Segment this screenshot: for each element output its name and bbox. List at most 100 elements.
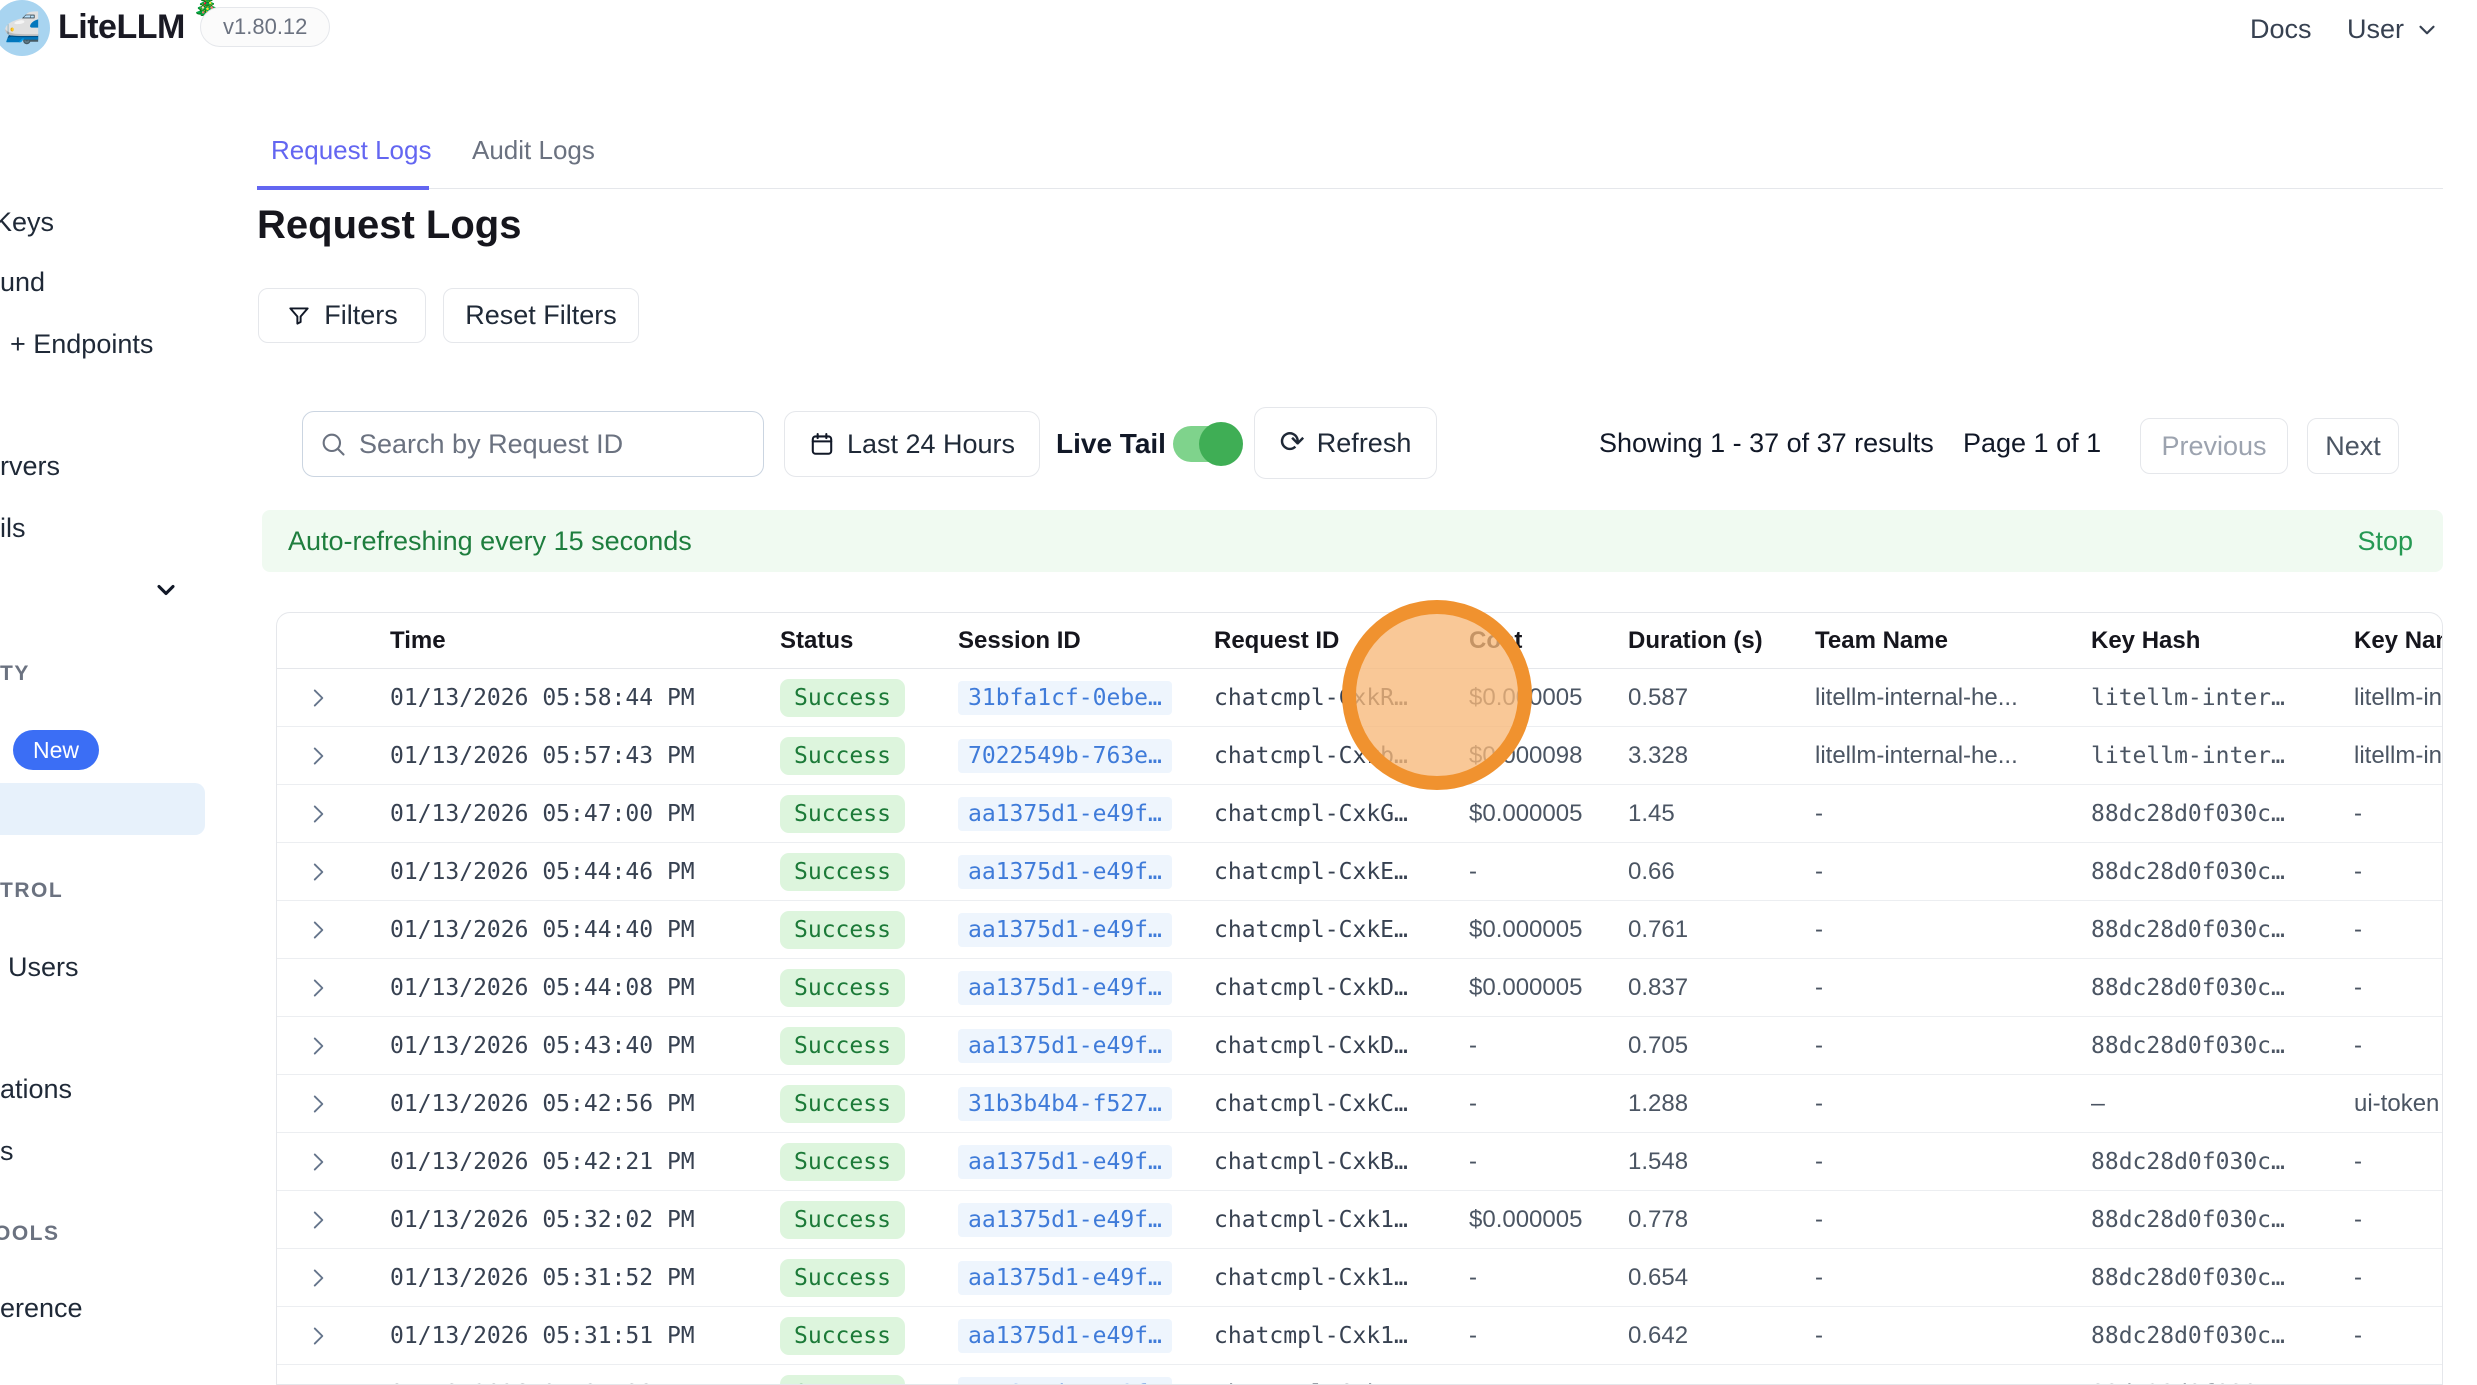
status-badge-cell: Success bbox=[771, 1317, 949, 1355]
expand-row-chevron-icon[interactable] bbox=[277, 1381, 381, 1385]
session-id-link[interactable]: aa1375d1-e49f… bbox=[958, 1261, 1172, 1295]
session-id-link-cell: 31bfa1cf-0ebe… bbox=[949, 681, 1205, 715]
cell-team-name-cell: litellm-internal-he... bbox=[1806, 742, 2082, 770]
log-row[interactable]: 01/13/2026 05:58:44 PMSuccess31bfa1cf-0e… bbox=[277, 669, 2443, 727]
column-header-key-name: Key Name bbox=[2345, 627, 2443, 655]
session-id-link[interactable]: aa1375d1-e49f… bbox=[958, 1029, 1172, 1063]
expand-row-chevron-icon[interactable] bbox=[277, 917, 381, 943]
sidebar-item-users[interactable]: Users bbox=[8, 952, 79, 983]
session-id-link[interactable]: aa1375d1-e49f… bbox=[958, 1203, 1172, 1237]
log-row[interactable]: 01/13/2026 05:44:40 PMSuccessaa1375d1-e4… bbox=[277, 901, 2443, 959]
session-id-link[interactable]: aa1375d1-e49f… bbox=[958, 913, 1172, 947]
expand-row-chevron-icon[interactable] bbox=[277, 743, 381, 769]
time-range-button[interactable]: Last 24 Hours bbox=[784, 411, 1040, 477]
log-row[interactable]: 01/13/2026 05:32:02 PMSuccessaa1375d1-e4… bbox=[277, 1191, 2443, 1249]
refresh-button[interactable]: ⟳ Refresh bbox=[1254, 407, 1437, 479]
tab-audit-logs[interactable]: Audit Logs bbox=[472, 135, 595, 166]
sidebar-item-teams[interactable]: s bbox=[0, 1136, 14, 1167]
column-header-request-id: Request ID bbox=[1205, 627, 1460, 655]
stop-auto-refresh-link[interactable]: Stop bbox=[2357, 526, 2413, 557]
sidebar-item-organizations[interactable]: ations bbox=[0, 1074, 72, 1105]
sidebar-item-guardrails[interactable]: ils bbox=[0, 513, 26, 544]
expand-row-chevron-icon[interactable] bbox=[277, 1033, 381, 1059]
status-badge: Success bbox=[780, 1259, 905, 1297]
previous-page-button[interactable]: Previous bbox=[2140, 418, 2288, 474]
expand-row-chevron-icon[interactable] bbox=[277, 801, 381, 827]
status-badge-cell: Success bbox=[771, 969, 949, 1007]
sidebar-item-models-endpoints[interactable]: + Endpoints bbox=[10, 329, 153, 360]
status-badge: Success bbox=[780, 1317, 905, 1355]
column-header-team-name: Team Name bbox=[1806, 627, 2082, 655]
reset-filters-button[interactable]: Reset Filters bbox=[443, 288, 639, 343]
cell-team-name-cell: - bbox=[1806, 858, 2082, 886]
sidebar-chevron-down-icon[interactable] bbox=[152, 576, 180, 604]
session-id-link[interactable]: 31b3b4b4-f527… bbox=[958, 1087, 1172, 1121]
expand-row-chevron-icon[interactable] bbox=[277, 1265, 381, 1291]
cell-request-id-cell: chatcmpl-CxkR… bbox=[1205, 685, 1460, 711]
new-badge: New bbox=[13, 730, 99, 770]
request-logs-table: TimeStatusSession IDRequest IDCostDurati… bbox=[276, 612, 2443, 1385]
sidebar-item-reference[interactable]: erence bbox=[0, 1293, 83, 1324]
log-row[interactable]: 01/13/2026 05:44:46 PMSuccessaa1375d1-e4… bbox=[277, 843, 2443, 901]
session-id-link[interactable]: 7022549b-763e… bbox=[958, 739, 1172, 773]
session-id-link[interactable]: aa1375d1-e49f… bbox=[958, 855, 1172, 889]
expand-row-chevron-icon[interactable] bbox=[277, 685, 381, 711]
status-badge: Success bbox=[780, 1143, 905, 1181]
sidebar-item-keys[interactable]: Keys bbox=[0, 207, 54, 238]
cell-time-cell: 01/13/2026 05:32:02 PM bbox=[381, 1207, 771, 1233]
cell-team-name-cell: - bbox=[1806, 1090, 2082, 1118]
search-input[interactable] bbox=[359, 429, 747, 460]
expand-row-chevron-icon[interactable] bbox=[277, 975, 381, 1001]
cell-duration-cell: 0.647 bbox=[1619, 1380, 1806, 1385]
expand-row-chevron-icon[interactable] bbox=[277, 1091, 381, 1117]
column-header-time: Time bbox=[381, 627, 771, 655]
docs-link[interactable]: Docs bbox=[2250, 14, 2312, 45]
cell-duration-cell: 0.778 bbox=[1619, 1206, 1806, 1234]
log-row[interactable]: 01/13/2026 05:31:51 PM Success aa1375d1-e4… bbox=[277, 1307, 2443, 1365]
session-id-link[interactable]: aa1375d1-e49f… bbox=[958, 1377, 1172, 1385]
litellm-logo-icon: 🚅 bbox=[0, 0, 50, 56]
session-id-link[interactable]: aa1375d1-e49f… bbox=[958, 1319, 1172, 1353]
log-row[interactable]: 01/13/2026 05:31:38 PMSuccessaa1375d1-e4… bbox=[277, 1365, 2443, 1385]
expand-row-chevron-icon[interactable] bbox=[277, 1323, 381, 1349]
table-body: 01/13/2026 05:58:44 PMSuccess31bfa1cf-0e… bbox=[277, 669, 2442, 1385]
cell-cost-cell: - bbox=[1460, 1380, 1619, 1385]
sidebar-item-servers[interactable]: rvers bbox=[0, 451, 60, 482]
user-menu[interactable]: User bbox=[2347, 14, 2440, 45]
cell-key-hash-cell: litellm-inter… bbox=[2082, 685, 2345, 711]
session-id-link-cell: aa1375d1-e49f… bbox=[949, 913, 1205, 947]
log-row[interactable]: 01/13/2026 05:44:08 PMSuccessaa1375d1-e4… bbox=[277, 959, 2443, 1017]
cell-request-id-cell: chatcmpl-CxkG… bbox=[1205, 801, 1460, 827]
log-row[interactable]: 01/13/2026 05:42:21 PMSuccessaa1375d1-e4… bbox=[277, 1133, 2443, 1191]
session-id-link[interactable]: 31bfa1cf-0ebe… bbox=[958, 681, 1172, 715]
results-count: Showing 1 - 37 of 37 results bbox=[1599, 428, 1934, 459]
session-id-link[interactable]: aa1375d1-e49f… bbox=[958, 971, 1172, 1005]
cell-team-name-cell: - bbox=[1806, 1380, 2082, 1385]
sidebar-item-logs-selected[interactable] bbox=[0, 783, 205, 835]
status-badge-cell: Success bbox=[771, 911, 949, 949]
status-badge-cell: Success bbox=[771, 1085, 949, 1123]
session-id-link-cell: aa1375d1-e49f… bbox=[949, 1261, 1205, 1295]
cell-team-name-cell: - bbox=[1806, 1206, 2082, 1234]
session-id-link[interactable]: aa1375d1-e49f… bbox=[958, 1145, 1172, 1179]
sidebar-item-playground[interactable]: und bbox=[0, 267, 45, 298]
log-row[interactable]: 01/13/2026 05:31:52 PMSuccessaa1375d1-e4… bbox=[277, 1249, 2443, 1307]
filters-button[interactable]: Filters bbox=[258, 288, 426, 343]
expand-row-chevron-icon[interactable] bbox=[277, 1207, 381, 1233]
cell-time-cell: 01/13/2026 05:31:51 PM bbox=[381, 1323, 771, 1349]
log-row[interactable]: 01/13/2026 05:42:56 PMSuccess31b3b4b4-f5… bbox=[277, 1075, 2443, 1133]
search-request-id-box[interactable] bbox=[302, 411, 764, 477]
tab-request-logs[interactable]: Request Logs bbox=[271, 135, 431, 166]
session-id-link-cell: 7022549b-763e… bbox=[949, 739, 1205, 773]
next-page-button[interactable]: Next bbox=[2307, 418, 2399, 474]
expand-row-chevron-icon[interactable] bbox=[277, 859, 381, 885]
session-id-link[interactable]: aa1375d1-e49f… bbox=[958, 797, 1172, 831]
sidebar: Keys und + Endpoints rvers ils TY New TR… bbox=[0, 58, 210, 1385]
log-row[interactable]: 01/13/2026 05:57:43 PMSuccess7022549b-76… bbox=[277, 727, 2443, 785]
log-row[interactable]: 01/13/2026 05:47:00 PMSuccessaa1375d1-e4… bbox=[277, 785, 2443, 843]
live-tail-toggle[interactable] bbox=[1173, 426, 1237, 462]
log-row[interactable]: 01/13/2026 05:43:40 PMSuccessaa1375d1-e4… bbox=[277, 1017, 2443, 1075]
toggle-knob bbox=[1199, 422, 1243, 466]
status-badge-cell: Success bbox=[771, 1375, 949, 1385]
expand-row-chevron-icon[interactable] bbox=[277, 1149, 381, 1175]
